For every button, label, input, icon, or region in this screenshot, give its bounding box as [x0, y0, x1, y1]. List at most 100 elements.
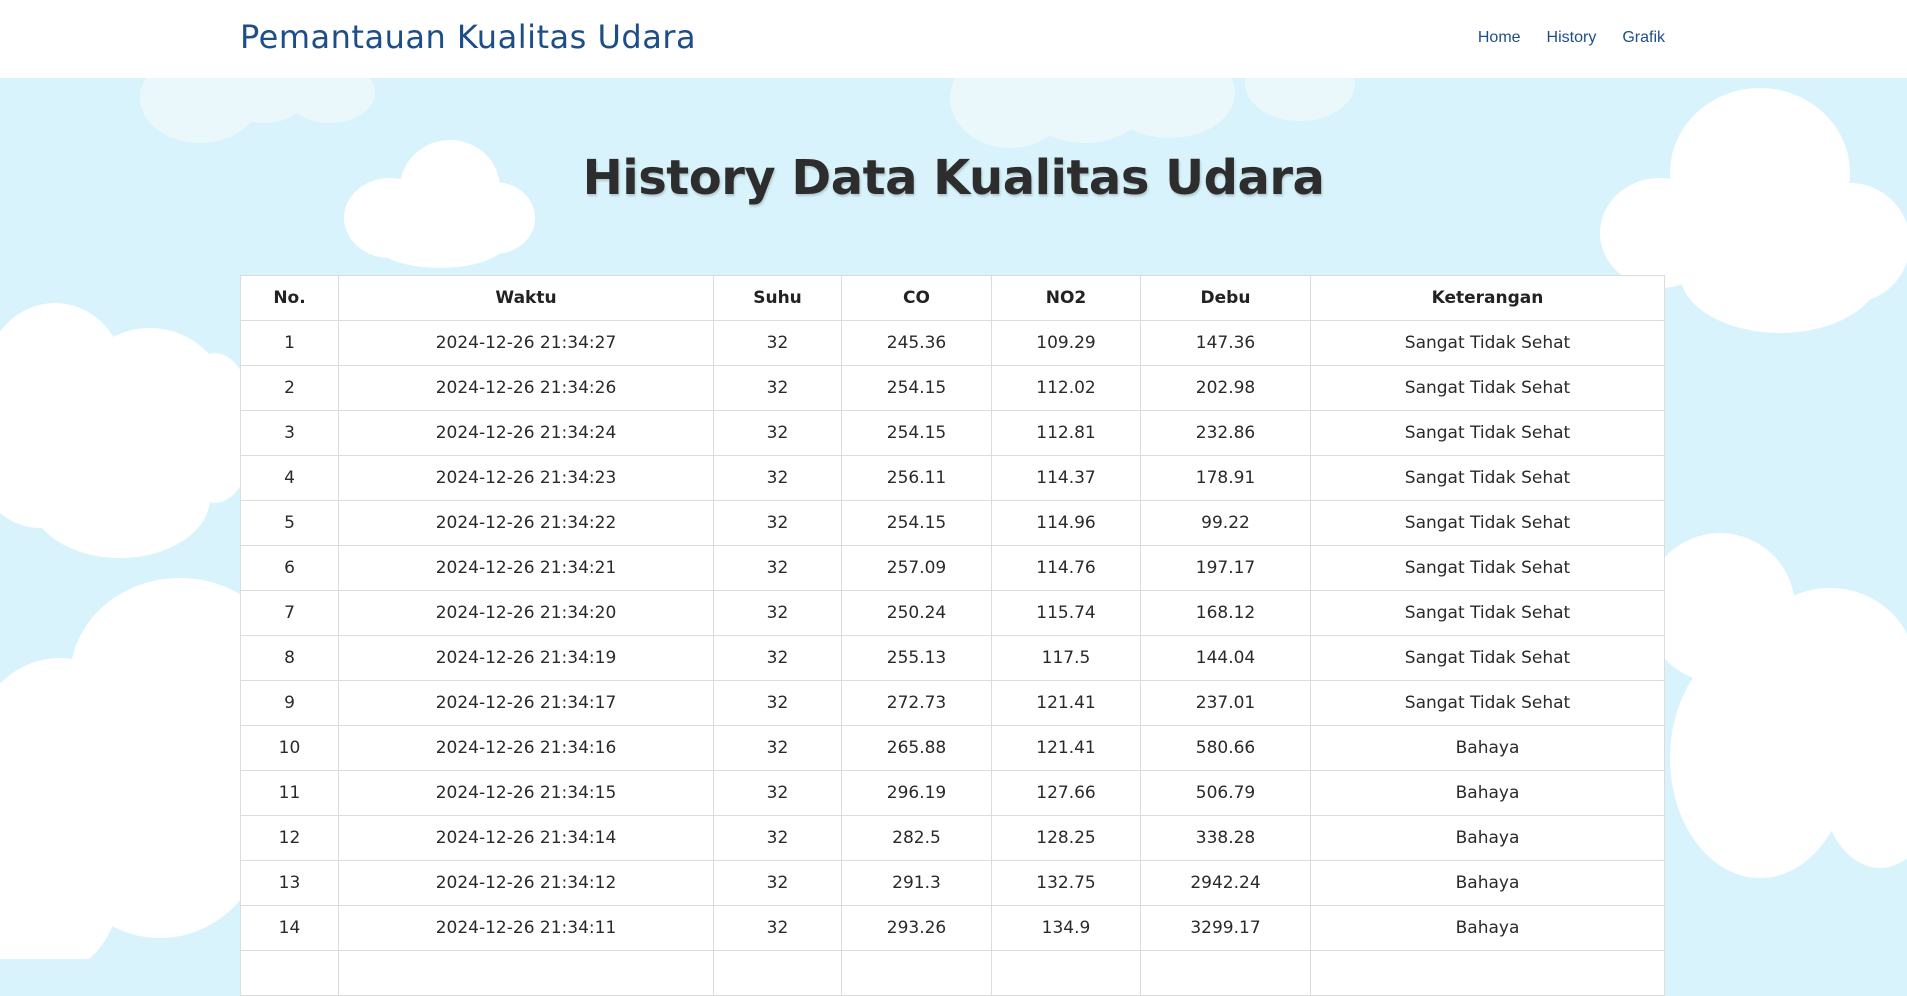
- cell-debu: 506.79: [1140, 770, 1311, 816]
- cell-suhu: 32: [713, 545, 842, 591]
- header-suhu: Suhu: [713, 275, 842, 321]
- cell-suhu: 32: [713, 455, 842, 501]
- cell-debu: 3299.17: [1140, 905, 1311, 951]
- cell-suhu: 32: [713, 410, 842, 456]
- cell-waktu: 2024-12-26 21:34:20: [338, 590, 714, 636]
- table-row: 6 2024-12-26 21:34:21 32 257.09 114.76 197.17…: [240, 545, 1665, 591]
- cell-no: 7: [240, 590, 339, 636]
- cell-suhu: 32: [713, 860, 842, 906]
- cell-waktu: 2024-12-26 21:34:26: [338, 365, 714, 411]
- cell-suhu: 32: [713, 365, 842, 411]
- cell-debu: 232.86: [1140, 410, 1311, 456]
- cell-debu: 2942.24: [1140, 860, 1311, 906]
- nav-link-home[interactable]: Home: [1478, 29, 1521, 47]
- cell-suhu: [713, 950, 842, 996]
- table-row: 3 2024-12-26 21:34:24 32 254.15 112.81 232.86…: [240, 410, 1665, 456]
- cell-co: 293.26: [841, 905, 992, 951]
- cell-no: 6: [240, 545, 339, 591]
- cell-no2: 109.29: [991, 320, 1141, 366]
- cell-no2: 115.74: [991, 590, 1141, 636]
- cell-waktu: 2024-12-26 21:34:19: [338, 635, 714, 681]
- cell-keterangan: [1310, 950, 1665, 996]
- navbar: Pemantauan Kualitas Udara Home History G…: [0, 0, 1907, 78]
- table-row: 5 2024-12-26 21:34:22 32 254.15 114.96 99.22 S…: [240, 500, 1665, 546]
- table-row: 12 2024-12-26 21:34:14 32 282.5 128.25 338.28…: [240, 815, 1665, 861]
- cell-no2: 112.81: [991, 410, 1141, 456]
- header-keterangan: Keterangan: [1310, 275, 1665, 321]
- cell-debu: 178.91: [1140, 455, 1311, 501]
- cell-co: 257.09: [841, 545, 992, 591]
- table-row: 9 2024-12-26 21:34:17 32 272.73 121.41 237.01…: [240, 680, 1665, 726]
- cell-no2: 114.76: [991, 545, 1141, 591]
- cell-co: 272.73: [841, 680, 992, 726]
- cell-co: 254.15: [841, 410, 992, 456]
- cell-waktu: [338, 950, 714, 996]
- cell-no: 2: [240, 365, 339, 411]
- cell-suhu: 32: [713, 635, 842, 681]
- cell-no2: 134.9: [991, 905, 1141, 951]
- nav-link-history[interactable]: History: [1547, 29, 1597, 47]
- table-row: 11 2024-12-26 21:34:15 32 296.19 127.66 506.7…: [240, 770, 1665, 816]
- cell-co: [841, 950, 992, 996]
- cell-no2: 112.02: [991, 365, 1141, 411]
- cell-keterangan: Sangat Tidak Sehat: [1310, 320, 1665, 366]
- cell-co: 254.15: [841, 365, 992, 411]
- cell-keterangan: Sangat Tidak Sehat: [1310, 590, 1665, 636]
- cell-no: 13: [240, 860, 339, 906]
- cell-no: 1: [240, 320, 339, 366]
- cell-keterangan: Bahaya: [1310, 860, 1665, 906]
- nav-links: Home History Grafik: [1452, 29, 1665, 47]
- cell-suhu: 32: [713, 725, 842, 771]
- cell-suhu: 32: [713, 770, 842, 816]
- cell-debu: 338.28: [1140, 815, 1311, 861]
- header-co: CO: [841, 275, 992, 321]
- cell-no: 9: [240, 680, 339, 726]
- cell-co: 265.88: [841, 725, 992, 771]
- cell-suhu: 32: [713, 590, 842, 636]
- cell-keterangan: Bahaya: [1310, 770, 1665, 816]
- cell-co: 250.24: [841, 590, 992, 636]
- header-waktu: Waktu: [338, 275, 714, 321]
- cell-debu: 580.66: [1140, 725, 1311, 771]
- cell-debu: 147.36: [1140, 320, 1311, 366]
- cell-no: 14: [240, 905, 339, 951]
- cell-suhu: 32: [713, 320, 842, 366]
- cell-keterangan: Bahaya: [1310, 815, 1665, 861]
- cell-keterangan: Sangat Tidak Sehat: [1310, 680, 1665, 726]
- cell-co: 255.13: [841, 635, 992, 681]
- table-row: 2 2024-12-26 21:34:26 32 254.15 112.02 202.98…: [240, 365, 1665, 411]
- cell-co: 256.11: [841, 455, 992, 501]
- table-row: [240, 950, 1665, 996]
- cell-no: 10: [240, 725, 339, 771]
- cell-waktu: 2024-12-26 21:34:14: [338, 815, 714, 861]
- cell-waktu: 2024-12-26 21:34:21: [338, 545, 714, 591]
- cell-no2: 132.75: [991, 860, 1141, 906]
- cell-keterangan: Bahaya: [1310, 725, 1665, 771]
- cell-waktu: 2024-12-26 21:34:15: [338, 770, 714, 816]
- cell-co: 282.5: [841, 815, 992, 861]
- cell-co: 291.3: [841, 860, 992, 906]
- cell-waktu: 2024-12-26 21:34:11: [338, 905, 714, 951]
- header-no: No.: [240, 275, 339, 321]
- nav-link-grafik[interactable]: Grafik: [1622, 29, 1665, 47]
- table-row: 4 2024-12-26 21:34:23 32 256.11 114.37 178.91…: [240, 455, 1665, 501]
- cell-no2: 128.25: [991, 815, 1141, 861]
- cell-no2: 121.41: [991, 725, 1141, 771]
- cell-waktu: 2024-12-26 21:34:17: [338, 680, 714, 726]
- cell-debu: 144.04: [1140, 635, 1311, 681]
- table-header-row: No. Waktu Suhu CO NO2 Debu Keterangan: [240, 275, 1665, 321]
- cell-no2: 121.41: [991, 680, 1141, 726]
- cell-no2: 114.37: [991, 455, 1141, 501]
- brand-title[interactable]: Pemantauan Kualitas Udara: [240, 18, 696, 56]
- cell-co: 296.19: [841, 770, 992, 816]
- cell-keterangan: Bahaya: [1310, 905, 1665, 951]
- cell-no2: 127.66: [991, 770, 1141, 816]
- header-debu: Debu: [1140, 275, 1311, 321]
- table-row: 10 2024-12-26 21:34:16 32 265.88 121.41 580.6…: [240, 725, 1665, 771]
- cell-no: 4: [240, 455, 339, 501]
- table-row: 7 2024-12-26 21:34:20 32 250.24 115.74 168.12…: [240, 590, 1665, 636]
- cell-keterangan: Sangat Tidak Sehat: [1310, 365, 1665, 411]
- cell-no: 3: [240, 410, 339, 456]
- cell-co: 254.15: [841, 500, 992, 546]
- table-row: 1 2024-12-26 21:34:27 32 245.36 109.29 147.36…: [240, 320, 1665, 366]
